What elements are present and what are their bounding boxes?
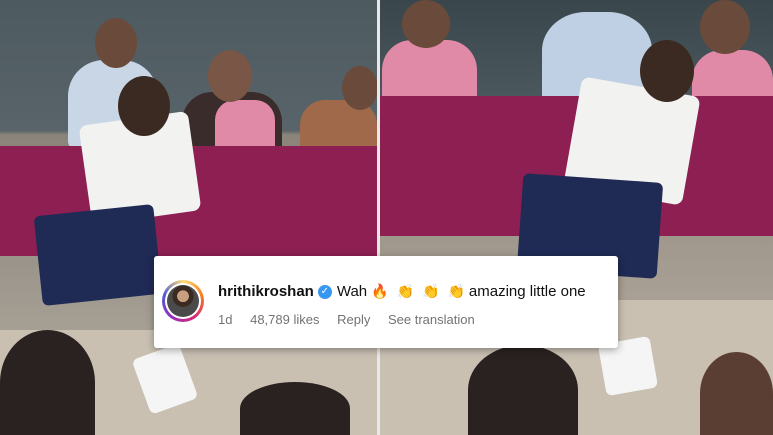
teacher-woman-4-head (700, 0, 750, 54)
boy-head-left (118, 76, 170, 136)
comment-text-suffix: amazing little one (468, 283, 586, 300)
clap-emoji: 👏 (447, 283, 465, 299)
teacher-woman-1-sari (215, 100, 275, 150)
story-ring[interactable] (162, 280, 204, 322)
see-translation-link[interactable]: See translation (388, 312, 475, 327)
audience-head-right-2 (700, 352, 773, 435)
boy-head-right (640, 40, 694, 102)
clap-emoji: 👏 (396, 283, 415, 299)
instagram-comment-card: hrithikroshan ✓ Wah 🔥 👏 👏 👏 amazing litt… (154, 256, 618, 348)
profile-photo (167, 285, 199, 317)
audience-head-right (468, 345, 578, 435)
audience-head-left-2 (240, 382, 350, 435)
fire-emoji: 🔥 (371, 283, 389, 299)
audience-head-left (0, 330, 95, 435)
left-photo (0, 0, 377, 435)
right-photo (380, 0, 773, 435)
teacher-woman-3 (382, 40, 477, 100)
teacher-woman-3-head (402, 0, 450, 48)
comment-line: hrithikroshan ✓ Wah 🔥 👏 👏 👏 amazing litt… (218, 283, 586, 300)
teacher-man-head (95, 18, 137, 68)
comment-age: 1d (218, 312, 233, 327)
comment-meta: 1d 48,789 likes Reply See translation (218, 312, 489, 327)
comment-username[interactable]: hrithikroshan (218, 283, 314, 300)
clap-emoji: 👏 (422, 283, 440, 299)
comment-text-prefix: Wah (336, 283, 368, 300)
teacher-woman-1-head (208, 50, 252, 102)
boy-shorts-left (33, 203, 163, 307)
avatar (165, 283, 201, 319)
teacher-woman-2-head (342, 66, 377, 110)
comment-likes[interactable]: 48,789 likes (250, 312, 319, 327)
reply-button[interactable]: Reply (337, 312, 370, 327)
verified-badge-icon: ✓ (317, 284, 332, 299)
